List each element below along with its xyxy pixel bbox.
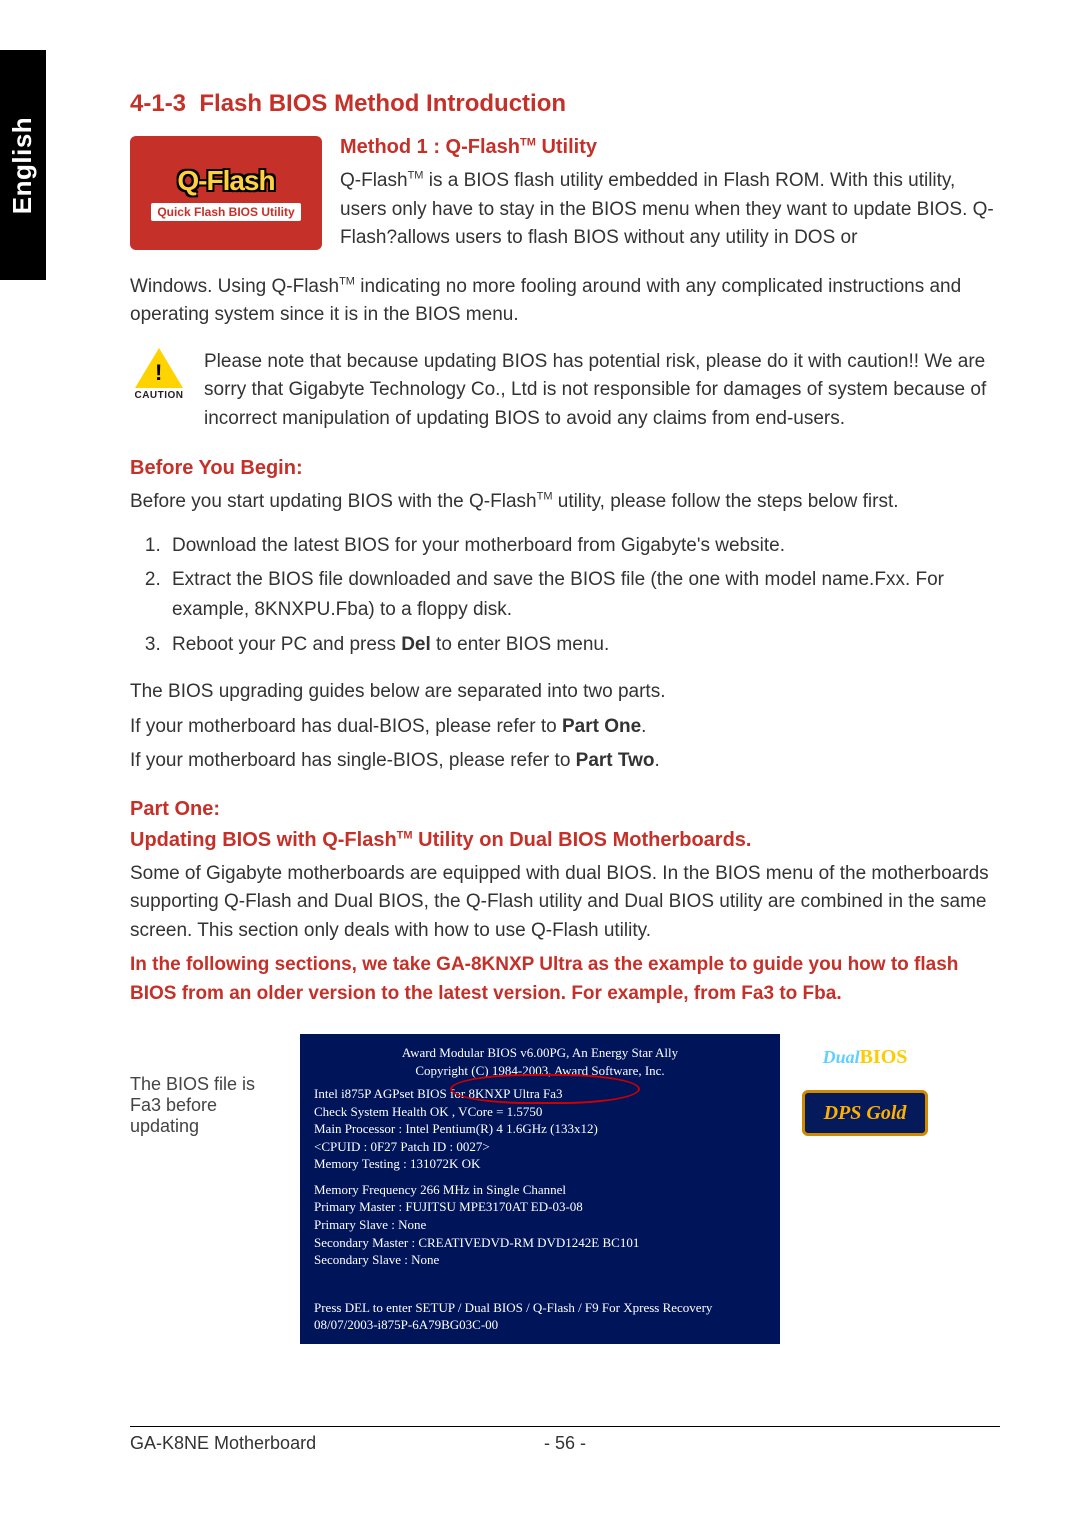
section-title: Flash BIOS Method Introduction [199,90,566,117]
caution-text: Please note that because updating BIOS h… [204,348,1000,434]
step-item: Download the latest BIOS for your mother… [166,531,1000,561]
caution-icon: CAUTION [130,348,188,440]
bios-line: Check System Health OK , VCore = 1.5750 [314,1103,766,1121]
caution-label: CAUTION [134,390,183,401]
bios-line: 08/07/2003-i875P-6A79BG03C-00 [314,1316,766,1334]
language-tab-label: English [8,116,39,213]
guides-line2: If your motherboard has dual-BIOS, pleas… [130,713,1000,742]
qflash-logo: Q-Flash Quick Flash BIOS Utility [130,136,322,250]
bios-line: Award Modular BIOS v6.00PG, An Energy St… [314,1044,766,1062]
bios-line: Press DEL to enter SETUP / Dual BIOS / Q… [314,1299,766,1317]
steps-list: Download the latest BIOS for your mother… [152,531,1000,661]
qflash-logo-main: Q-Flash [177,165,274,197]
part-one-heading: Part One: [130,798,1000,821]
screenshot-note: The BIOS file is Fa3 before updating [130,1034,280,1344]
before-begin-intro: Before you start updating BIOS with the … [130,488,1000,517]
intro-para-2: Windows. Using Q-FlashTM indicating no m… [130,273,1000,330]
tm-mark: TM [520,136,536,148]
before-begin-heading: Before You Begin: [130,457,1000,480]
step-item: Reboot your PC and press Del to enter BI… [166,630,1000,660]
bios-line: Primary Master : FUJITSU MPE3170AT ED-03… [314,1198,766,1216]
bios-line: Secondary Master : CREATIVEDVD-RM DVD124… [314,1234,766,1252]
bios-screenshot: Award Modular BIOS v6.00PG, An Energy St… [300,1034,780,1344]
language-tab: English [0,50,46,280]
bios-line: <CPUID : 0F27 Patch ID : 0027> [314,1138,766,1156]
bios-line: Memory Testing : 131072K OK [314,1155,766,1173]
guides-line1: The BIOS upgrading guides below are sepa… [130,678,1000,707]
qflash-logo-sub: Quick Flash BIOS Utility [151,203,300,221]
part-one-desc: Some of Gigabyte motherboards are equipp… [130,860,1000,946]
dps-gold-badge: DPS Gold [802,1090,928,1136]
step-item: Extract the BIOS file downloaded and sav… [166,565,1000,626]
dual-bios-badge: DualBIOS [802,1034,928,1080]
method1-heading: Method 1 : Q-FlashTM Utility [340,136,1000,159]
intro-para-1: Q-FlashTM is a BIOS flash utility embedd… [340,167,1000,253]
footer-left: GA-K8NE Motherboard [130,1433,316,1454]
bios-line: Main Processor : Intel Pentium(R) 4 1.6G… [314,1120,766,1138]
part-one-subheading: Updating BIOS with Q-FlashTM Utility on … [130,829,1000,852]
page-footer: GA-K8NE Motherboard - 56 - [130,1426,1000,1454]
section-number: 4-1-3 [130,90,186,117]
highlight-circle-icon [450,1074,640,1104]
badges-column: DualBIOS DPS Gold [800,1034,930,1344]
section-heading: 4-1-3 Flash BIOS Method Introduction [130,90,1000,118]
part-one-bold: In the following sections, we take GA-8K… [130,951,1000,1008]
guides-line3: If your motherboard has single-BIOS, ple… [130,747,1000,776]
warning-triangle-icon [135,348,183,388]
bios-line: Memory Frequency 266 MHz in Single Chann… [314,1181,766,1199]
bios-line: Primary Slave : None [314,1216,766,1234]
bios-line: Secondary Slave : None [314,1251,766,1269]
footer-page-number: - 56 - [544,1433,586,1454]
